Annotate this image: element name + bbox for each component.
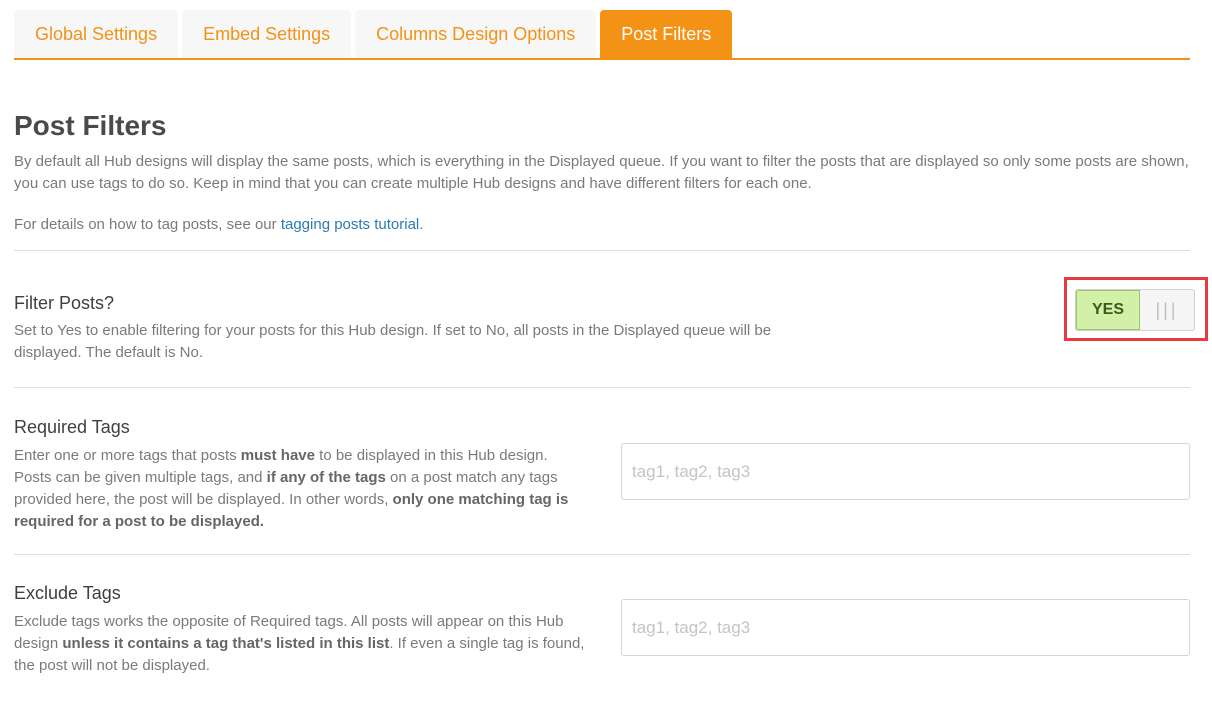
tab-post-filters[interactable]: Post Filters — [600, 10, 733, 58]
divider — [14, 554, 1190, 555]
required-tags-input[interactable] — [621, 443, 1190, 500]
required-tags-description: Enter one or more tags that posts must h… — [14, 445, 586, 533]
intro-text: By default all Hub designs will display … — [14, 153, 1189, 192]
tab-bar: Global Settings Embed Settings Columns D… — [14, 10, 1190, 60]
exclude-tags-label: Exclude Tags — [14, 583, 121, 603]
details-text: For details on how to tag posts, see our… — [14, 214, 423, 236]
details-suffix: . — [419, 216, 424, 233]
divider — [14, 250, 1190, 251]
tab-global-settings[interactable]: Global Settings — [14, 10, 179, 58]
required-tags-desc-bold: if any of the tags — [266, 469, 386, 486]
filter-posts-description: Set to Yes to enable filtering for your … — [14, 322, 772, 361]
required-tags-label: Required Tags — [14, 417, 130, 437]
tab-embed-settings[interactable]: Embed Settings — [182, 10, 352, 58]
divider — [14, 387, 1190, 388]
filter-posts-label: Filter Posts? — [14, 293, 115, 313]
required-tags-desc-part: Enter one or more tags that posts — [14, 447, 241, 464]
exclude-tags-input[interactable] — [621, 599, 1190, 656]
exclude-tags-description: Exclude tags works the opposite of Requi… — [14, 611, 586, 677]
details-prefix: For details on how to tag posts, see our — [14, 216, 281, 233]
required-tags-desc-bold: must have — [240, 447, 315, 464]
filter-posts-toggle[interactable]: YES ||| — [1075, 289, 1195, 331]
page: Global Settings Embed Settings Columns D… — [0, 0, 1212, 723]
tagging-posts-tutorial-link[interactable]: tagging posts tutorial — [281, 216, 419, 233]
page-title: Post Filters — [14, 110, 167, 141]
tab-columns-design-options[interactable]: Columns Design Options — [355, 10, 597, 58]
toggle-handle-grip-icon[interactable]: ||| — [1140, 290, 1194, 330]
exclude-tags-desc-bold: unless it contains a tag that's listed i… — [62, 635, 390, 652]
toggle-yes-state: YES — [1076, 290, 1140, 330]
